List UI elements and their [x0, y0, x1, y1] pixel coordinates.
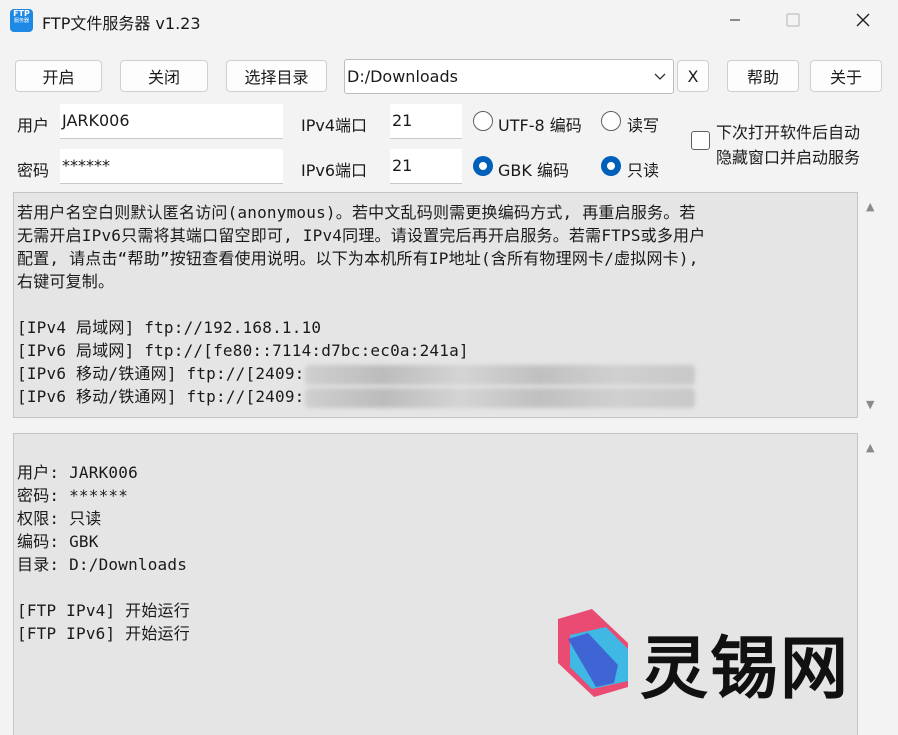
watermark-text: 灵锡网 — [640, 630, 851, 709]
stop-button[interactable]: 关闭 — [120, 60, 208, 92]
maximize-icon — [786, 13, 800, 27]
minimize-button[interactable] — [712, 0, 758, 40]
utf8-encoding-radio[interactable] — [473, 111, 493, 131]
select-directory-button[interactable]: 选择目录 — [226, 60, 327, 92]
app-icon: FTP 服务器 — [10, 9, 33, 32]
log-line: 用户: JARK006 — [17, 463, 138, 482]
help-button[interactable]: 帮助 — [727, 60, 799, 92]
read-write-radio[interactable] — [601, 111, 621, 131]
maximize-button[interactable] — [770, 0, 816, 40]
app-icon-text: FTP — [13, 9, 30, 18]
read-only-label[interactable]: 只读 — [627, 157, 659, 181]
log-line: [FTP IPv4] 开始运行 — [17, 601, 190, 620]
user-label: 用户 — [17, 116, 50, 135]
ipv4-port-label: IPv4端口 — [301, 116, 368, 135]
password-label: 密码 — [17, 161, 50, 180]
watermark: 灵锡网 — [548, 605, 868, 709]
ip-address-line: [IPv6 局域网] ftp://[fe80::7114:d7bc:ec0a:2… — [17, 341, 469, 360]
directory-combobox[interactable]: D:/Downloads — [344, 59, 674, 94]
log-line: 编码: GBK — [17, 532, 99, 551]
window-title: FTP文件服务器 v1.23 — [42, 14, 201, 33]
watermark-logo-icon — [558, 609, 628, 697]
autostart-label-line2[interactable]: 隐藏窗口并启动服务 — [716, 144, 860, 168]
chevron-down-icon — [654, 73, 666, 80]
start-button[interactable]: 开启 — [15, 60, 102, 92]
directory-value: D:/Downloads — [347, 67, 458, 86]
ip-address-line: [IPv6 移动/铁通网] ftp://[2409: — [17, 383, 695, 408]
close-icon — [856, 13, 870, 27]
ip-address-text: [IPv6 移动/铁通网] ftp://[2409: — [17, 387, 305, 406]
log-line: [FTP IPv6] 开始运行 — [17, 624, 190, 643]
ipv4-port-input[interactable]: 21 — [390, 104, 462, 139]
info-line: 配置, 请点击“帮助”按钮查看使用说明。以下为本机所有IP地址(含所有物理网卡/… — [17, 249, 699, 268]
autostart-checkbox[interactable] — [691, 131, 710, 150]
app-icon-subtext: 服务器 — [13, 18, 29, 24]
redacted-address — [304, 387, 695, 408]
autostart-label-line1[interactable]: 下次打开软件后自动 — [716, 119, 860, 143]
info-line: 若用户名空白则默认匿名访问(anonymous)。若中文乱码则需更换编码方式, … — [17, 203, 696, 222]
about-button[interactable]: 关于 — [810, 60, 882, 92]
password-input[interactable]: ****** — [60, 149, 283, 184]
redacted-address — [304, 364, 695, 385]
gbk-encoding-radio[interactable] — [473, 156, 493, 176]
close-window-button[interactable] — [840, 0, 886, 40]
gbk-encoding-label[interactable]: GBK 编码 — [498, 157, 569, 181]
log-line: 目录: D:/Downloads — [17, 555, 188, 574]
info-line: 无需开启IPv6只需将其端口留空即可, IPv4同理。请设置完后再开启服务。若需… — [17, 226, 706, 245]
ip-address-text: [IPv6 移动/铁通网] ftp://[2409: — [17, 364, 305, 383]
log-line: 密码: ****** — [17, 486, 129, 505]
scroll-up-icon[interactable]: ▲ — [866, 441, 874, 454]
minimize-icon — [730, 19, 740, 21]
scroll-up-icon[interactable]: ▲ — [866, 200, 874, 213]
ip-address-line: [IPv4 局域网] ftp://192.168.1.10 — [17, 318, 322, 337]
read-write-label[interactable]: 读写 — [627, 112, 659, 136]
ip-address-line: [IPv6 移动/铁通网] ftp://[2409: — [17, 360, 695, 385]
utf8-encoding-label[interactable]: UTF-8 编码 — [498, 112, 582, 136]
read-only-radio[interactable] — [601, 156, 621, 176]
log-line: 权限: 只读 — [17, 509, 102, 528]
title-bar: FTP 服务器 FTP文件服务器 v1.23 — [0, 0, 898, 40]
scroll-down-icon[interactable]: ▼ — [866, 398, 874, 411]
info-line: 右键可复制。 — [17, 272, 115, 291]
ipv6-port-label: IPv6端口 — [301, 161, 368, 180]
clear-directory-button[interactable]: X — [677, 60, 709, 92]
info-textbox[interactable]: 若用户名空白则默认匿名访问(anonymous)。若中文乱码则需更换编码方式, … — [13, 192, 858, 418]
info-scrollbar[interactable]: ▲ ▼ — [860, 192, 884, 418]
user-input[interactable]: JARK006 — [60, 104, 283, 139]
ipv6-port-input[interactable]: 21 — [390, 149, 462, 184]
